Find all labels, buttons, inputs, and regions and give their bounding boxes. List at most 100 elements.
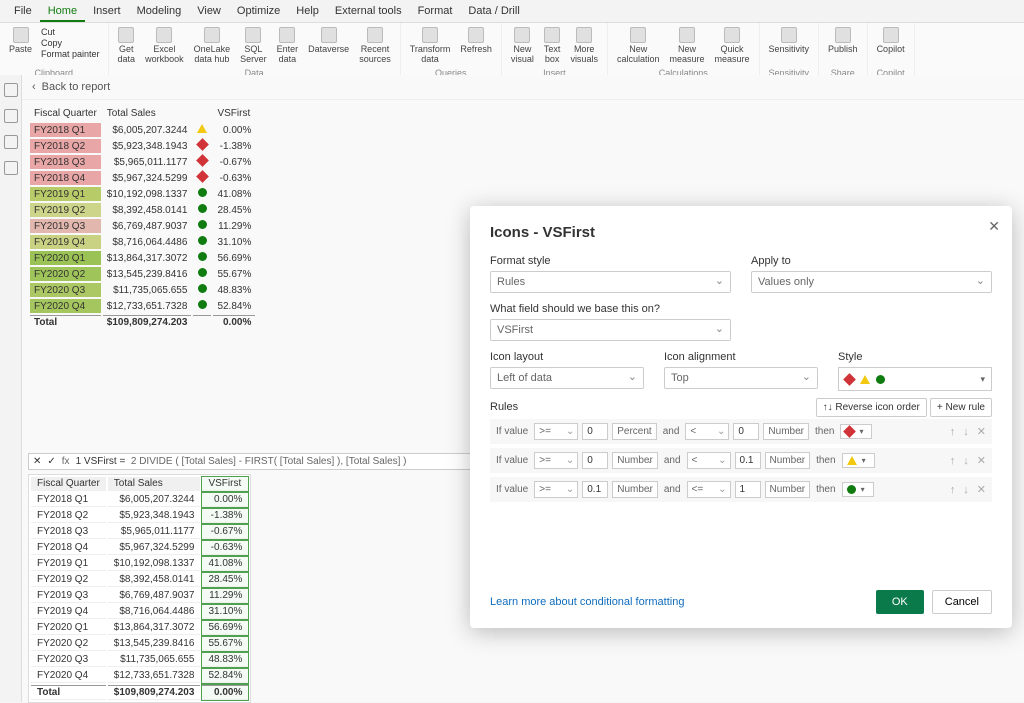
rule-unit1-select[interactable]: Percent bbox=[612, 423, 656, 440]
rule-unit1-select[interactable]: Number bbox=[612, 481, 658, 498]
report-view-icon[interactable] bbox=[4, 83, 18, 97]
ribbon-publish[interactable]: Publish bbox=[823, 25, 863, 57]
dax-view-icon[interactable] bbox=[4, 161, 18, 175]
delete-rule-icon[interactable]: ✕ bbox=[975, 454, 988, 467]
column-header[interactable]: Total Sales bbox=[103, 106, 192, 121]
menu-item-optimize[interactable]: Optimize bbox=[229, 2, 288, 22]
table-row[interactable]: FY2018 Q2$5,923,348.1943-1.38% bbox=[30, 139, 255, 153]
rule-op2-select[interactable]: < bbox=[685, 423, 729, 440]
rule-v1-input[interactable]: 0 bbox=[582, 423, 608, 440]
table-row[interactable]: FY2019 Q4$8,716,064.448631.10% bbox=[30, 235, 255, 249]
rule-v2-input[interactable]: 1 bbox=[735, 481, 761, 498]
formula-bar[interactable]: ✕ ✓ fx 1 VSFirst = 2 DIVIDE ( [Total Sal… bbox=[28, 453, 514, 470]
column-header[interactable]: VSFirst bbox=[213, 106, 255, 121]
table-row[interactable]: FY2018 Q2$5,923,348.1943-1.38% bbox=[31, 509, 248, 523]
column-header[interactable]: Fiscal Quarter bbox=[31, 477, 106, 491]
close-icon[interactable]: ✕ bbox=[988, 218, 1000, 235]
ribbon-text-box[interactable]: Textbox bbox=[539, 25, 566, 67]
ribbon-enter-data[interactable]: Enterdata bbox=[272, 25, 304, 67]
model-view-icon[interactable] bbox=[4, 135, 18, 149]
ribbon-dataverse[interactable]: Dataverse bbox=[303, 25, 354, 57]
ribbon-recent-sources[interactable]: Recentsources bbox=[354, 25, 396, 67]
ribbon-new-calculation[interactable]: Newcalculation bbox=[612, 25, 665, 67]
column-header[interactable]: Total Sales bbox=[108, 477, 201, 491]
table-row[interactable]: FY2020 Q4$12,733,651.732852.84% bbox=[30, 299, 255, 313]
table-row[interactable]: FY2020 Q3$11,735,065.65548.83% bbox=[31, 653, 248, 667]
ribbon-sql-server[interactable]: SQLServer bbox=[235, 25, 272, 67]
ribbon-excel-workbook[interactable]: Excelworkbook bbox=[140, 25, 189, 67]
table-row[interactable]: FY2019 Q3$6,769,487.903711.29% bbox=[31, 589, 248, 603]
ribbon-get-data[interactable]: Getdata bbox=[113, 25, 141, 67]
format-style-select[interactable]: Rules bbox=[490, 271, 731, 293]
table-row[interactable]: FY2019 Q4$8,716,064.448631.10% bbox=[31, 605, 248, 619]
copy-button[interactable]: Copy bbox=[41, 38, 100, 48]
rule-unit2-select[interactable]: Number bbox=[763, 423, 809, 440]
table-row[interactable]: FY2020 Q1$13,864,317.307256.69% bbox=[30, 251, 255, 265]
reverse-icon-order-button[interactable]: ↑↓ Reverse icon order bbox=[816, 398, 927, 417]
ribbon-quick-measure[interactable]: Quickmeasure bbox=[710, 25, 755, 67]
table-row[interactable]: FY2019 Q2$8,392,458.014128.45% bbox=[30, 203, 255, 217]
ribbon-refresh[interactable]: Refresh bbox=[455, 25, 497, 57]
icon-layout-select[interactable]: Left of data bbox=[490, 367, 644, 389]
move-up-icon[interactable]: ↑ bbox=[948, 455, 958, 467]
column-header[interactable] bbox=[193, 106, 211, 121]
ribbon-onelake-data-hub[interactable]: OneLakedata hub bbox=[189, 25, 236, 67]
ribbon-new-visual[interactable]: Newvisual bbox=[506, 25, 539, 67]
move-down-icon[interactable]: ↓ bbox=[961, 484, 971, 496]
rule-op1-select[interactable]: >= bbox=[534, 452, 578, 469]
table-row[interactable]: FY2018 Q3$5,965,011.1177-0.67% bbox=[31, 525, 248, 539]
menu-item-insert[interactable]: Insert bbox=[85, 2, 129, 22]
table-row[interactable]: FY2018 Q1$6,005,207.32440.00% bbox=[31, 493, 248, 507]
style-select[interactable] bbox=[838, 367, 992, 391]
rule-unit2-select[interactable]: Number bbox=[765, 452, 811, 469]
rule-v1-input[interactable]: 0.1 bbox=[582, 481, 608, 498]
column-header[interactable]: VSFirst bbox=[202, 477, 248, 491]
menu-item-view[interactable]: View bbox=[189, 2, 229, 22]
cut-button[interactable]: Cut bbox=[41, 27, 100, 37]
icon-alignment-select[interactable]: Top bbox=[664, 367, 818, 389]
rule-v2-input[interactable]: 0 bbox=[733, 423, 759, 440]
table-row[interactable]: FY2018 Q4$5,967,324.5299-0.63% bbox=[31, 541, 248, 555]
table-row[interactable]: FY2018 Q3$5,965,011.1177-0.67% bbox=[30, 155, 255, 169]
new-rule-button[interactable]: + New rule bbox=[930, 398, 992, 417]
menu-item-home[interactable]: Home bbox=[40, 2, 85, 22]
rule-unit1-select[interactable]: Number bbox=[612, 452, 658, 469]
formula-commit-icon[interactable]: ✓ bbox=[47, 456, 55, 467]
table-row[interactable]: FY2018 Q4$5,967,324.5299-0.63% bbox=[30, 171, 255, 185]
rule-v2-input[interactable]: 0.1 bbox=[735, 452, 761, 469]
formula-cancel-icon[interactable]: ✕ bbox=[33, 456, 41, 467]
base-field-select[interactable]: VSFirst bbox=[490, 319, 731, 341]
delete-rule-icon[interactable]: ✕ bbox=[975, 425, 988, 438]
move-up-icon[interactable]: ↑ bbox=[948, 484, 958, 496]
cancel-button[interactable]: Cancel bbox=[932, 590, 992, 614]
table-row[interactable]: FY2019 Q1$10,192,098.133741.08% bbox=[30, 187, 255, 201]
move-down-icon[interactable]: ↓ bbox=[961, 455, 971, 467]
paste-button[interactable]: Paste bbox=[4, 25, 37, 57]
menu-item-help[interactable]: Help bbox=[288, 2, 327, 22]
rule-op1-select[interactable]: >= bbox=[534, 481, 578, 498]
table-row[interactable]: FY2020 Q2$13,545,239.841655.67% bbox=[31, 637, 248, 651]
table-row[interactable]: FY2019 Q2$8,392,458.014128.45% bbox=[31, 573, 248, 587]
table-row[interactable]: FY2020 Q4$12,733,651.732852.84% bbox=[31, 669, 248, 683]
table-row[interactable]: FY2020 Q2$13,545,239.841655.67% bbox=[30, 267, 255, 281]
table-view-icon[interactable] bbox=[4, 109, 18, 123]
ribbon-transform-data[interactable]: Transformdata bbox=[405, 25, 456, 67]
ok-button[interactable]: OK bbox=[876, 590, 924, 614]
format-painter-button[interactable]: Format painter bbox=[41, 49, 100, 59]
rule-op1-select[interactable]: >= bbox=[534, 423, 578, 440]
move-up-icon[interactable]: ↑ bbox=[948, 426, 958, 438]
menu-item-modeling[interactable]: Modeling bbox=[129, 2, 190, 22]
rule-icon-select[interactable] bbox=[842, 482, 874, 497]
column-header[interactable]: Fiscal Quarter bbox=[30, 106, 101, 121]
back-to-report-button[interactable]: Back to report bbox=[22, 75, 1024, 100]
menu-item-file[interactable]: File bbox=[6, 2, 40, 22]
table-row[interactable]: FY2018 Q1$6,005,207.32440.00% bbox=[30, 123, 255, 137]
ribbon-copilot[interactable]: Copilot bbox=[872, 25, 910, 57]
rule-icon-select[interactable] bbox=[842, 453, 875, 468]
ribbon-sensitivity[interactable]: Sensitivity bbox=[764, 25, 815, 57]
rule-op2-select[interactable]: <= bbox=[687, 481, 731, 498]
ribbon-new-measure[interactable]: Newmeasure bbox=[664, 25, 709, 67]
menu-item-externaltools[interactable]: External tools bbox=[327, 2, 410, 22]
rule-icon-select[interactable] bbox=[840, 424, 872, 439]
apply-to-select[interactable]: Values only bbox=[751, 271, 992, 293]
